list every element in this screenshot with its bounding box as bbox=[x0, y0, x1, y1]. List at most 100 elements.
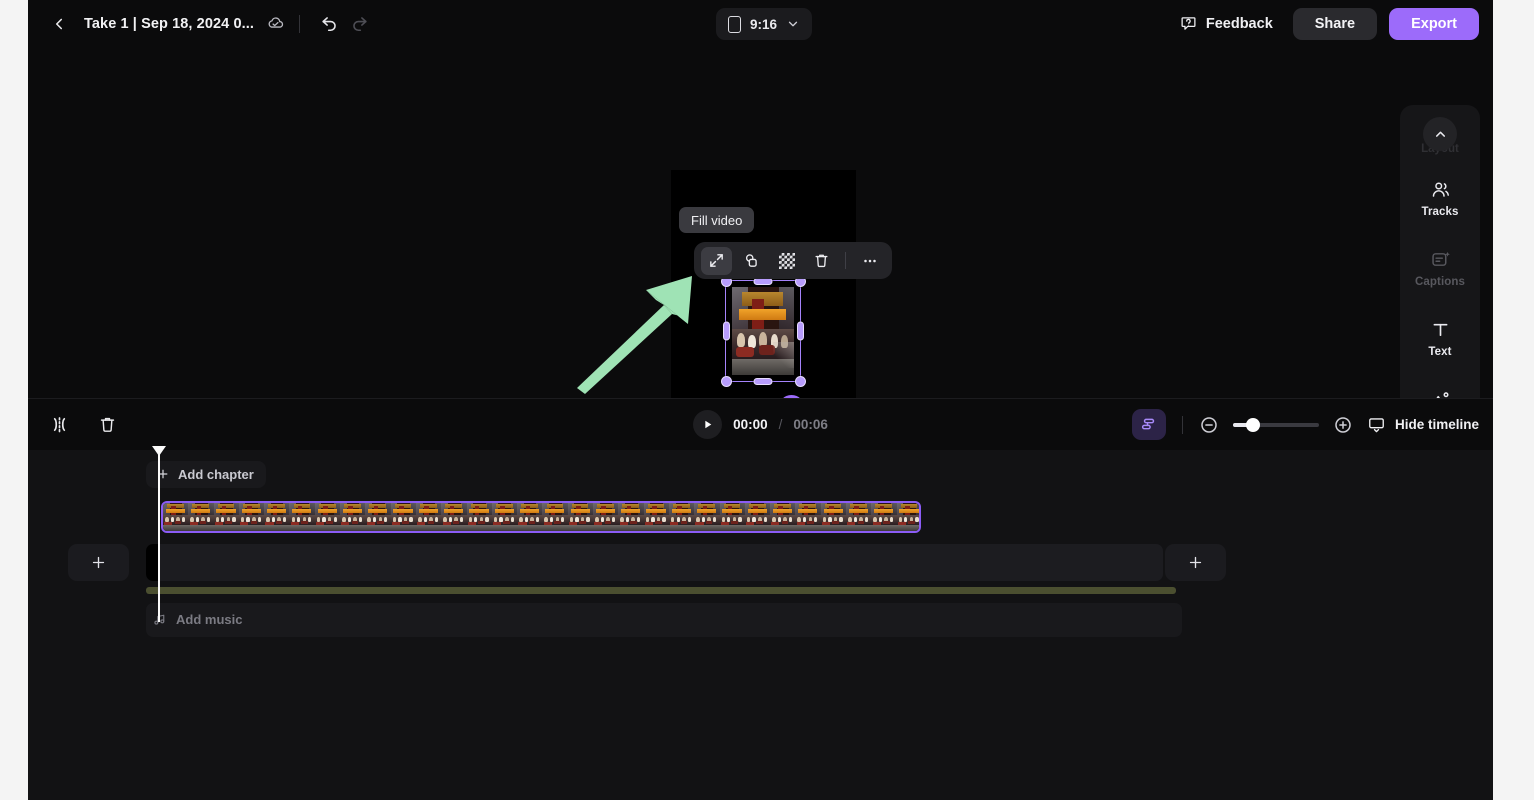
fill-video-button[interactable] bbox=[701, 246, 732, 275]
project-title[interactable]: Take 1 | Sep 18, 2024 0... bbox=[84, 16, 254, 32]
play-icon bbox=[705, 420, 712, 429]
clip-thumbnail bbox=[694, 502, 720, 531]
chevron-up-icon bbox=[1435, 131, 1445, 137]
trash-icon bbox=[815, 254, 828, 268]
sidebar-item-tracks[interactable]: Tracks bbox=[1400, 163, 1480, 233]
header-left-group: Take 1 | Sep 18, 2024 0... bbox=[44, 0, 374, 47]
header-right-group: Feedback Share Export bbox=[1172, 0, 1479, 47]
share-button[interactable]: Share bbox=[1292, 7, 1378, 40]
resize-handle-bottom[interactable] bbox=[753, 377, 773, 385]
timeline-control-bar: 00:00 / 00:06 Hide timeline bbox=[28, 397, 1493, 450]
fill-video-tooltip: Fill video bbox=[679, 207, 755, 233]
transparency-button[interactable] bbox=[771, 247, 802, 275]
timeline-image-clip[interactable] bbox=[161, 500, 921, 533]
zoom-in-button[interactable] bbox=[1333, 415, 1353, 435]
duplicate-icon bbox=[745, 254, 757, 267]
clip-thumbnail bbox=[314, 502, 341, 531]
header-divider bbox=[299, 14, 301, 33]
selection-bounding-box[interactable] bbox=[720, 275, 806, 387]
people-icon bbox=[1432, 181, 1449, 197]
plus-circle-icon bbox=[1335, 416, 1351, 433]
resize-handle-right[interactable] bbox=[796, 321, 804, 341]
clip-thumbnail bbox=[289, 502, 315, 531]
track-layout-toggle[interactable] bbox=[1131, 409, 1166, 440]
sidebar-item-label: Text bbox=[1428, 345, 1452, 358]
aspect-ratio-value: 9:16 bbox=[750, 16, 778, 32]
plus-icon bbox=[1189, 556, 1202, 568]
preview-stage: Fill video Tracks Captions Text bbox=[28, 47, 1493, 588]
sidebar-item-label: Captions bbox=[1415, 275, 1465, 288]
minus-circle-icon bbox=[1201, 416, 1217, 433]
sidebar-collapse-wrap: Layout bbox=[1400, 117, 1480, 163]
checkerboard-icon bbox=[778, 252, 795, 269]
add-track-right-button[interactable] bbox=[1165, 543, 1226, 581]
hide-timeline-button[interactable]: Hide timeline bbox=[1367, 415, 1479, 434]
add-chapter-label: Add chapter bbox=[178, 466, 254, 482]
export-button[interactable]: Export bbox=[1389, 7, 1479, 40]
clip-thumbnail bbox=[820, 502, 847, 531]
feedback-button[interactable]: Feedback bbox=[1172, 9, 1281, 38]
toolbar-divider bbox=[845, 252, 846, 269]
ellipsis-icon bbox=[863, 259, 876, 262]
add-chapter-button[interactable]: Add chapter bbox=[146, 460, 266, 488]
clip-thumbnail bbox=[390, 502, 416, 531]
sidebar-item-label: Tracks bbox=[1421, 205, 1459, 218]
plus-icon bbox=[92, 556, 105, 568]
clip-thumbnail bbox=[188, 502, 214, 531]
more-options-button[interactable] bbox=[854, 247, 885, 275]
playhead-marker[interactable] bbox=[152, 445, 166, 456]
duplicate-button[interactable] bbox=[736, 247, 767, 275]
question-bubble-icon bbox=[1181, 17, 1196, 30]
track-layout-icon bbox=[1141, 418, 1155, 429]
undo-button[interactable] bbox=[314, 9, 344, 39]
clip-thumbnail bbox=[491, 502, 518, 531]
aspect-ratio-selector[interactable]: 9:16 bbox=[716, 8, 813, 40]
timeline-video-track[interactable] bbox=[146, 543, 1163, 581]
redo-button[interactable] bbox=[344, 9, 374, 39]
feedback-label: Feedback bbox=[1205, 15, 1273, 32]
add-track-left-button[interactable] bbox=[68, 543, 129, 581]
clip-thumbnail bbox=[542, 502, 568, 531]
clip-thumbnail bbox=[643, 502, 669, 531]
play-button[interactable] bbox=[693, 410, 723, 439]
sidebar-collapse-button[interactable] bbox=[1423, 117, 1457, 151]
clip-thumbnail bbox=[896, 502, 919, 531]
zoom-out-button[interactable] bbox=[1199, 415, 1219, 435]
back-button[interactable] bbox=[44, 9, 74, 39]
text-t-icon bbox=[1433, 323, 1447, 336]
clip-thumbnail bbox=[795, 502, 821, 531]
captions-icon bbox=[1431, 251, 1450, 266]
cloud-check-icon bbox=[266, 14, 285, 33]
timeline-tracks: Add chapter Add music bbox=[28, 445, 1493, 800]
timeline-audio-waveform[interactable] bbox=[146, 586, 1176, 594]
clip-thumbnail bbox=[871, 502, 897, 531]
clip-thumbnail bbox=[517, 502, 543, 531]
time-separator: / bbox=[778, 417, 783, 432]
delete-button[interactable] bbox=[806, 247, 837, 275]
video-editor-app: Take 1 | Sep 18, 2024 0... 9:16 Feedback… bbox=[28, 0, 1493, 800]
sidebar-item-captions[interactable]: Captions bbox=[1400, 233, 1480, 303]
resize-handle-left[interactable] bbox=[722, 321, 730, 341]
add-music-label: Add music bbox=[176, 612, 243, 627]
sidebar-item-text[interactable]: Text bbox=[1400, 303, 1480, 373]
hide-timeline-label: Hide timeline bbox=[1394, 417, 1479, 432]
clip-thumbnail bbox=[567, 502, 594, 531]
clip-thumbnail bbox=[340, 502, 366, 531]
clip-thumbnail bbox=[238, 502, 265, 531]
zoom-slider-thumb[interactable] bbox=[1245, 417, 1260, 432]
clip-thumbnail bbox=[213, 502, 239, 531]
expand-arrows-icon bbox=[710, 254, 723, 267]
clip-thumbnail bbox=[618, 502, 644, 531]
playhead[interactable] bbox=[152, 445, 166, 622]
app-header: Take 1 | Sep 18, 2024 0... 9:16 Feedback… bbox=[28, 0, 1493, 47]
resize-handle-bottom-left[interactable] bbox=[720, 375, 732, 387]
clip-thumbnail bbox=[719, 502, 745, 531]
resize-handle-bottom-right[interactable] bbox=[794, 375, 806, 387]
clip-thumbnail bbox=[466, 502, 492, 531]
clip-thumbnail bbox=[163, 502, 189, 531]
clip-thumbnail bbox=[365, 502, 391, 531]
current-time: 00:00 bbox=[733, 417, 768, 432]
object-floating-toolbar bbox=[694, 242, 892, 279]
zoom-slider[interactable] bbox=[1232, 417, 1319, 432]
add-music-track[interactable]: Add music bbox=[146, 602, 1182, 637]
